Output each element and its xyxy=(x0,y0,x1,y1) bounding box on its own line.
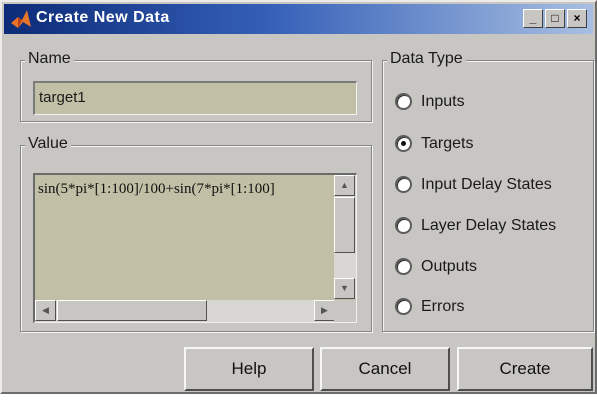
close-icon: × xyxy=(573,11,581,25)
value-group: Value sin(5*pi*[1:100]/100+sin(7*pi*[1:1… xyxy=(20,135,372,332)
create-button[interactable]: Create xyxy=(457,347,593,391)
radio-button-icon[interactable] xyxy=(395,217,412,234)
radio-button-icon[interactable] xyxy=(395,93,412,110)
minimize-icon: _ xyxy=(529,11,537,25)
horizontal-scrollbar[interactable]: ◀ ▶ xyxy=(35,300,335,322)
close-button[interactable]: × xyxy=(567,9,587,28)
arrow-right-icon: ▶ xyxy=(321,305,328,315)
radio-dot-icon xyxy=(401,141,406,146)
value-group-label: Value xyxy=(25,135,71,153)
help-button[interactable]: Help xyxy=(184,347,314,391)
maximize-button[interactable]: □ xyxy=(545,9,565,28)
window-title: Create New Data xyxy=(36,9,170,26)
radio-button-icon[interactable] xyxy=(395,298,412,315)
radio-label-inputs: Inputs xyxy=(421,93,465,110)
horizontal-scroll-thumb[interactable] xyxy=(57,300,207,321)
cancel-button[interactable]: Cancel xyxy=(320,347,450,391)
matlab-logo-icon xyxy=(11,10,31,28)
data-type-group: Data Type Inputs Targets Input Delay Sta… xyxy=(382,50,594,332)
radio-button-icon[interactable] xyxy=(395,176,412,193)
create-new-data-window: Create New Data _ □ × Name target1 Value… xyxy=(0,0,597,394)
value-textarea[interactable]: sin(5*pi*[1:100]/100+sin(7*pi*[1:100] ▲ … xyxy=(33,173,357,323)
maximize-icon: □ xyxy=(551,11,559,25)
radio-label-outputs: Outputs xyxy=(421,258,478,275)
minimize-button[interactable]: _ xyxy=(523,9,543,28)
vertical-scrollbar[interactable]: ▲ ▼ xyxy=(334,175,356,299)
title-bar[interactable]: Create New Data _ □ × xyxy=(4,4,593,34)
name-group: Name target1 xyxy=(20,50,372,122)
scroll-up-button[interactable]: ▲ xyxy=(334,175,355,196)
arrow-down-icon: ▼ xyxy=(340,283,349,293)
radio-label-layer-delay-states: Layer Delay States xyxy=(421,217,557,234)
scroll-down-button[interactable]: ▼ xyxy=(334,278,355,299)
radio-label-errors: Errors xyxy=(421,298,465,315)
arrow-up-icon: ▲ xyxy=(340,180,349,190)
value-text: sin(5*pi*[1:100]/100+sin(7*pi*[1:100] xyxy=(38,181,275,197)
radio-button-icon[interactable] xyxy=(395,258,412,275)
radio-label-input-delay-states: Input Delay States xyxy=(421,176,552,193)
scroll-corner xyxy=(334,300,356,322)
radio-button-selected-icon[interactable] xyxy=(395,135,412,152)
vertical-scroll-thumb[interactable] xyxy=(334,197,355,253)
scroll-right-button[interactable]: ▶ xyxy=(314,300,335,321)
data-type-group-label: Data Type xyxy=(387,50,466,68)
arrow-left-icon: ◀ xyxy=(42,305,49,315)
name-input[interactable]: target1 xyxy=(33,81,357,115)
name-group-label: Name xyxy=(25,50,74,68)
scroll-left-button[interactable]: ◀ xyxy=(35,300,56,321)
radio-label-targets: Targets xyxy=(421,135,474,152)
